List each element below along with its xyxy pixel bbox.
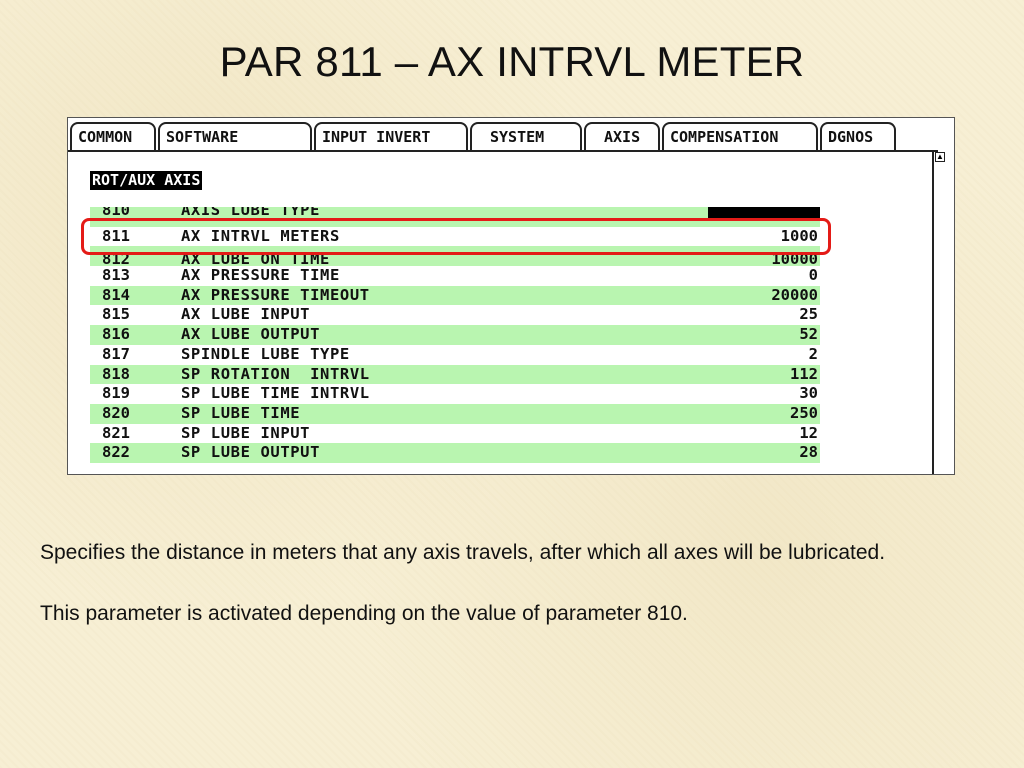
param-name: SP LUBE TIME	[181, 403, 301, 422]
table-row-814[interactable]: 814 AX PRESSURE TIMEOUT 20000	[90, 285, 820, 306]
control-screen: COMMON SOFTWARE INPUT INVERT SYSTEM AXIS…	[67, 117, 955, 475]
table-row-817[interactable]: 817 SPINDLE LUBE TYPE 2	[90, 345, 820, 365]
param-number: 813	[102, 266, 130, 285]
description-paragraph: This parameter is activated depending on…	[40, 602, 688, 625]
param-number: 822	[102, 443, 130, 462]
table-row-822[interactable]: 822 SP LUBE OUTPUT 28	[90, 443, 820, 463]
tab-axis[interactable]: AXIS	[584, 122, 660, 150]
param-name: SP ROTATION INTRVL	[181, 364, 370, 383]
param-name: SPINDLE LUBE TYPE	[181, 344, 350, 363]
tab-software[interactable]: SOFTWARE	[158, 122, 312, 150]
section-header: ROT/AUX AXIS	[90, 171, 203, 190]
tab-bar: COMMON SOFTWARE INPUT INVERT SYSTEM AXIS…	[68, 118, 954, 152]
tab-system[interactable]: SYSTEM	[470, 122, 582, 150]
param-value: 52	[799, 325, 818, 344]
table-row-813[interactable]: 813 AX PRESSURE TIME 0	[90, 266, 820, 286]
param-number: 815	[102, 305, 130, 324]
param-number: 814	[102, 285, 130, 304]
table-row-821[interactable]: 821 SP LUBE INPUT 12	[90, 424, 820, 444]
tab-dgnos[interactable]: DGNOS	[820, 122, 896, 150]
table-row-815[interactable]: 815 AX LUBE INPUT 25	[90, 305, 820, 325]
tab-common[interactable]: COMMON	[70, 122, 156, 150]
param-number: 821	[102, 423, 130, 442]
param-value: 20000	[771, 285, 818, 304]
param-name: SP LUBE OUTPUT	[181, 443, 321, 462]
param-value: 2	[808, 344, 818, 363]
tab-underline	[68, 150, 938, 152]
table-row-820[interactable]: 820 SP LUBE TIME 250	[90, 403, 820, 424]
param-value: 0	[808, 266, 818, 285]
param-name: SP LUBE TIME INTRVL	[181, 384, 370, 403]
param-number: 818	[102, 364, 130, 383]
param-number: 820	[102, 403, 130, 422]
vertical-scrollbar[interactable]: ▲	[932, 152, 946, 474]
slide-title: PAR 811 – AX INTRVL METER	[219, 38, 805, 85]
param-value: 30	[799, 384, 818, 403]
table-row-819[interactable]: 819 SP LUBE TIME INTRVL 30	[90, 384, 820, 404]
param-name: AX PRESSURE TIME	[181, 266, 340, 285]
scroll-up-arrow-icon[interactable]: ▲	[935, 152, 945, 162]
param-number: 816	[102, 325, 130, 344]
param-value: 250	[790, 403, 818, 422]
param-value: 12	[799, 423, 818, 442]
param-name: SP LUBE INPUT	[181, 423, 311, 442]
tab-input-invert[interactable]: INPUT INVERT	[314, 122, 468, 150]
table-row-816[interactable]: 816 AX LUBE OUTPUT 52	[90, 325, 820, 345]
param-number: 817	[102, 344, 130, 363]
param-name: AX LUBE OUTPUT	[181, 325, 321, 344]
table-row-818[interactable]: 818 SP ROTATION INTRVL 112	[90, 364, 820, 385]
description-paragraph: Specifies the distance in meters that an…	[40, 541, 886, 564]
param-name: AX LUBE INPUT	[181, 305, 311, 324]
param-value: 112	[790, 364, 818, 383]
tab-compensation[interactable]: COMPENSATION	[662, 122, 818, 150]
param-name: AX PRESSURE TIMEOUT	[181, 285, 370, 304]
param-number: 819	[102, 384, 130, 403]
param-value: 28	[799, 443, 818, 462]
description: Specifies the distance in meters that an…	[40, 538, 984, 628]
param-value: 25	[799, 305, 818, 324]
highlight-box	[81, 218, 831, 255]
